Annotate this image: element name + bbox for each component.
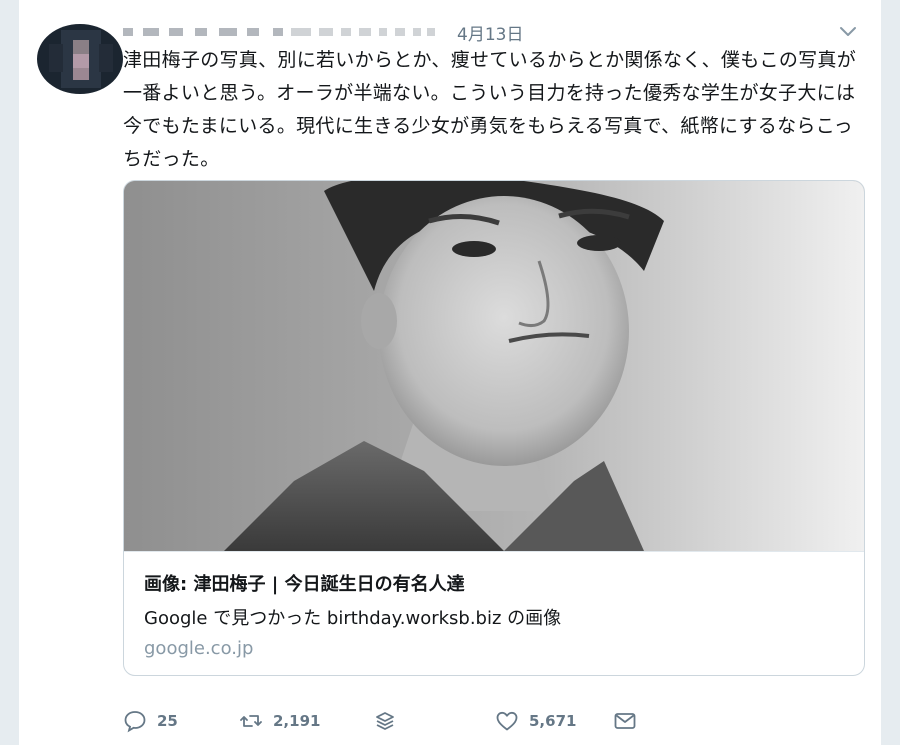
tweet-timestamp[interactable]: 4月13日	[457, 20, 523, 45]
reply-icon	[123, 709, 147, 733]
retweet-icon	[239, 709, 263, 733]
like-count: 5,671	[529, 712, 577, 730]
portrait-image[interactable]	[124, 181, 864, 551]
reply-count: 25	[157, 712, 178, 730]
stack-button[interactable]	[373, 706, 397, 736]
reply-button[interactable]: 25	[123, 706, 178, 736]
link-card-title[interactable]: 画像: 津田梅子 | 今日誕生日の有名人達	[144, 570, 465, 596]
like-button[interactable]: 5,671	[495, 706, 576, 736]
heart-icon	[495, 709, 519, 733]
link-card-description: Google で見つかった birthday.worksb.biz の画像	[144, 608, 562, 629]
blurred-username[interactable]	[123, 24, 435, 40]
tweet-actions: 25 2,191 5,671	[123, 706, 643, 736]
link-preview-card[interactable]: 画像: 津田梅子 | 今日誕生日の有名人達 Google で見つかった birt…	[123, 180, 865, 676]
retweet-count: 2,191	[273, 712, 321, 730]
envelope-icon	[613, 709, 637, 733]
link-card-body: 画像: 津田梅子 | 今日誕生日の有名人達 Google で見つかった birt…	[124, 551, 864, 675]
tweet-text: 津田梅子の写真、別に若いからとか、痩せているからとか関係なく、僕もこの写真が一番…	[123, 49, 857, 170]
dm-button[interactable]	[613, 706, 637, 736]
link-card-domain: google.co.jp	[144, 638, 254, 659]
stack-icon	[373, 709, 397, 733]
retweet-button[interactable]: 2,191	[239, 706, 320, 736]
avatar[interactable]	[37, 24, 123, 94]
chevron-down-icon[interactable]	[835, 18, 861, 44]
tweet: 4月13日 津田梅子の写真、別に若いからとか、痩せているからとか関係なく、僕もこ…	[18, 0, 882, 745]
